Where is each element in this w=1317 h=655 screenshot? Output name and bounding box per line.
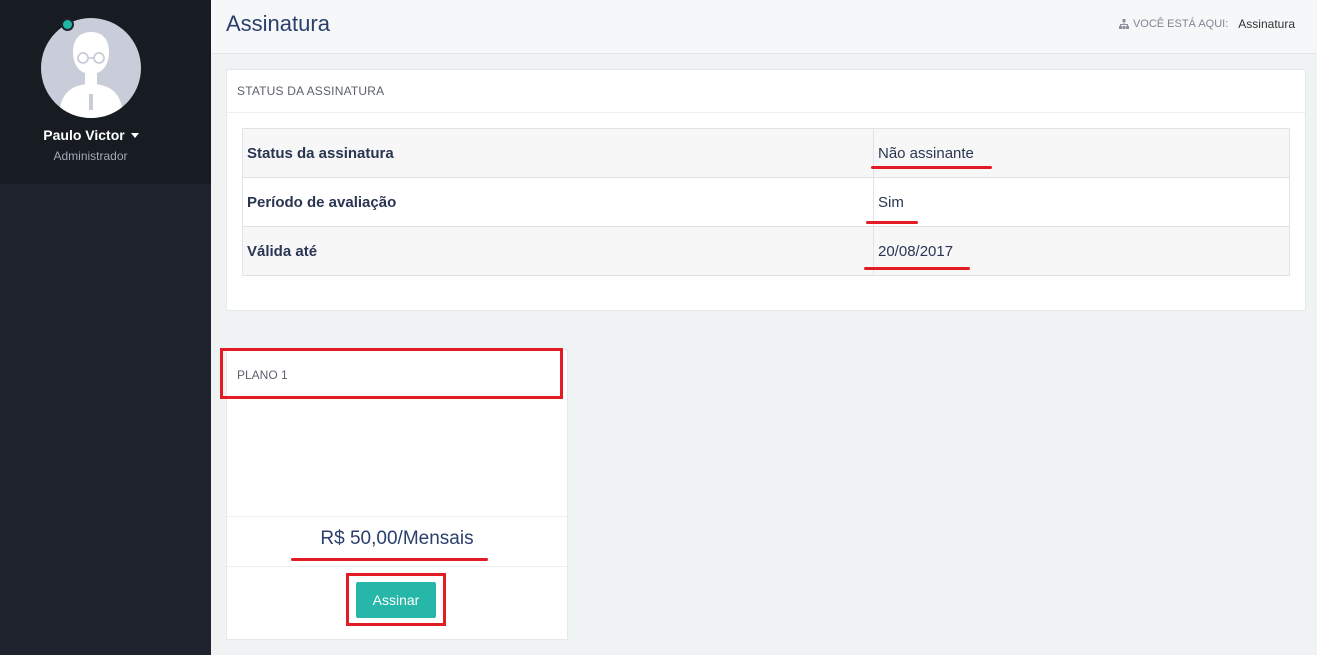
breadcrumb-label: VOCÊ ESTÁ AQUI: <box>1132 18 1229 30</box>
annotation-box <box>220 348 563 399</box>
sitemap-icon <box>1118 19 1129 29</box>
caret-down-icon <box>130 132 139 138</box>
subscription-status-panel: STATUS DA ASSINATURA Status da assinatur… <box>226 69 1306 311</box>
plan-price: R$ 50,00/Mensais <box>320 528 474 549</box>
row-value: Sim <box>878 193 904 211</box>
panel-heading: STATUS DA ASSINATURA <box>227 70 1305 113</box>
row-value: 20/08/2017 <box>878 242 954 260</box>
divider <box>227 566 567 567</box>
row-value: Não assinante <box>878 144 974 162</box>
user-profile: Paulo Victor Administrador <box>0 0 211 184</box>
row-label: Válida até <box>242 226 874 276</box>
row-label: Período de avaliação <box>242 177 874 227</box>
table-row: Período de avaliação Sim <box>242 177 1290 227</box>
user-role: Administrador <box>53 149 128 163</box>
person-silhouette-icon <box>59 32 123 118</box>
page-header: Assinatura VOCÊ ESTÁ AQUI: Assinatura <box>211 0 1317 54</box>
divider <box>227 516 567 517</box>
avatar[interactable] <box>41 18 141 118</box>
table-row: Válida até 20/08/2017 <box>242 226 1290 276</box>
breadcrumb: VOCÊ ESTÁ AQUI: Assinatura <box>1118 17 1295 31</box>
status-table: Status da assinatura Não assinante Perío… <box>242 128 1290 276</box>
annotation-underline <box>871 166 992 169</box>
sidebar: Paulo Victor Administrador <box>0 0 211 655</box>
panel-heading-text: STATUS DA ASSINATURA <box>237 84 385 98</box>
row-value-cell: Não assinante <box>873 128 1290 178</box>
row-label: Status da assinatura <box>242 128 874 178</box>
online-status-dot <box>61 18 74 31</box>
table-row: Status da assinatura Não assinante <box>242 128 1290 178</box>
breadcrumb-current[interactable]: Assinatura <box>1238 17 1295 31</box>
page-title: Assinatura <box>226 11 330 36</box>
subscribe-button[interactable]: Assinar <box>356 582 436 618</box>
row-value-cell: Sim <box>873 177 1290 227</box>
annotation-underline <box>866 221 918 224</box>
annotation-underline <box>864 267 970 270</box>
user-menu-toggle[interactable]: Paulo Victor <box>41 126 141 144</box>
annotation-underline <box>291 558 488 561</box>
user-name: Paulo Victor <box>43 127 125 143</box>
